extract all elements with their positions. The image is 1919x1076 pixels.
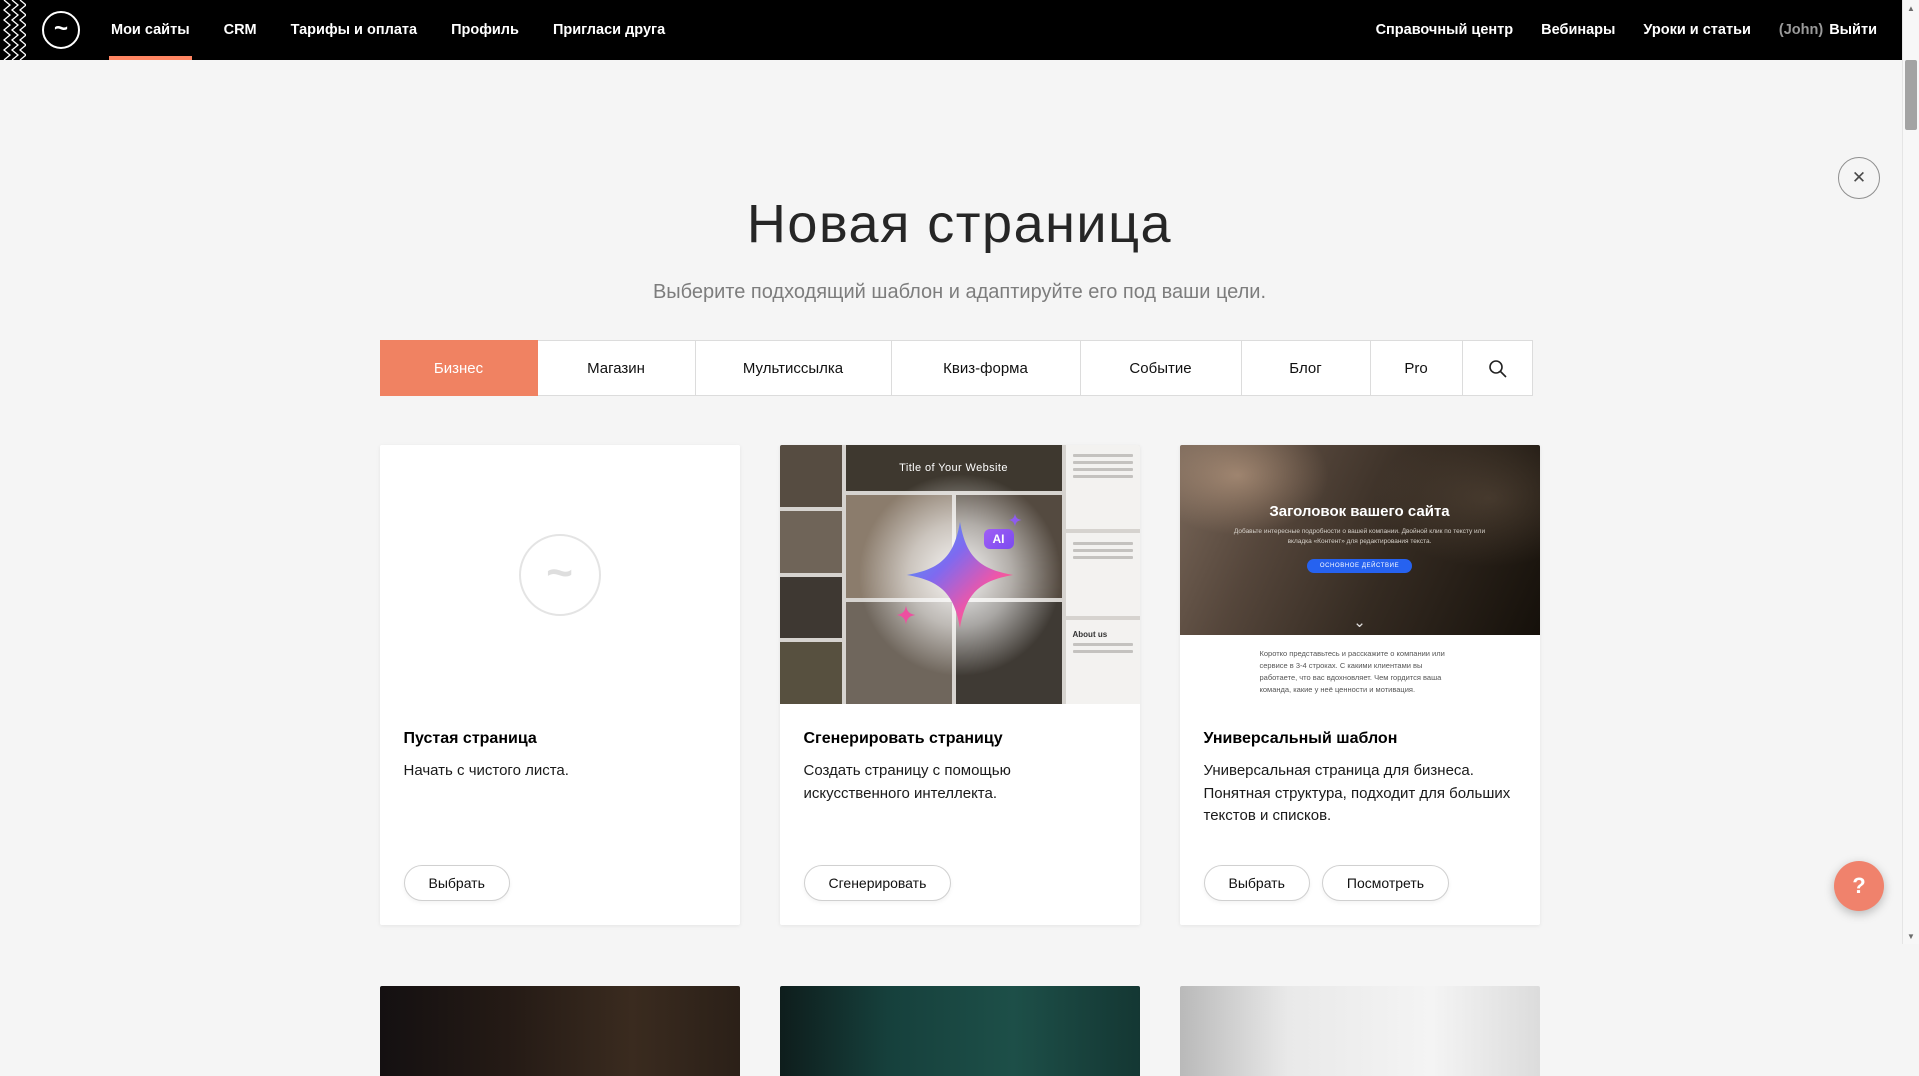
template-category-tabs: Бизнес Магазин Мультиссылка Квиз-форма С…: [380, 340, 1540, 396]
template-card-blank: ~ Пустая страница Начать с чистого листа…: [380, 445, 740, 925]
tab-store[interactable]: Магазин: [537, 340, 696, 396]
scrollbar-down-arrow[interactable]: ▼: [1903, 928, 1919, 944]
small-sparkle-purple-icon: [1008, 513, 1022, 527]
tab-event[interactable]: Событие: [1080, 340, 1242, 396]
template-card-partial[interactable]: [780, 986, 1140, 1076]
nav-label: Мои сайты: [111, 22, 190, 38]
generate-button[interactable]: Сгенерировать: [804, 865, 952, 901]
tab-label: Магазин: [587, 360, 645, 377]
user-logout[interactable]: (John) Выйти: [1765, 0, 1891, 60]
nav-label: CRM: [224, 22, 257, 38]
select-button[interactable]: Выбрать: [1204, 865, 1310, 901]
template-card-partial[interactable]: [1180, 986, 1540, 1076]
tab-quiz-form[interactable]: Квиз-форма: [891, 340, 1081, 396]
preview-heading: Заголовок вашего сайта: [1180, 445, 1540, 520]
card-actions: Выбрать Посмотреть: [1204, 865, 1450, 901]
tilda-watermark-icon: ~: [519, 534, 601, 616]
page-title: Новая страница: [0, 197, 1919, 251]
nav-item-crm[interactable]: CRM: [207, 0, 274, 60]
tab-label: Бизнес: [434, 360, 483, 377]
collage-about-label: About us: [1073, 630, 1133, 639]
help-icon: ?: [1852, 873, 1865, 898]
tab-label: Событие: [1129, 360, 1191, 377]
tab-blog[interactable]: Блог: [1241, 340, 1371, 396]
scrollbar-thumb[interactable]: [1905, 60, 1917, 130]
tilda-logo[interactable]: ~: [42, 11, 80, 49]
template-card-universal: Заголовок вашего сайта Добавьте интересн…: [1180, 445, 1540, 925]
card-body: Универсальный шаблон Универсальная стран…: [1180, 704, 1540, 828]
tab-label: Pro: [1404, 360, 1427, 377]
tilda-logo-glyph: ~: [54, 15, 68, 43]
nav-label: Профиль: [451, 22, 519, 38]
template-cards-grid: ~ Пустая страница Начать с чистого листа…: [380, 445, 1540, 925]
nav-item-invite-friend[interactable]: Пригласи друга: [536, 0, 682, 60]
collage-right-column: About us: [1066, 445, 1140, 704]
chevron-down-icon: ⌄: [1180, 615, 1540, 630]
nav-label: Тарифы и оплата: [291, 22, 417, 38]
card-description: Создать страницу с помощью искусственног…: [804, 760, 1116, 805]
logout-label: Выйти: [1829, 22, 1877, 38]
page-subtitle: Выберите подходящий шаблон и адаптируйте…: [0, 281, 1919, 304]
card-title: Пустая страница: [404, 730, 716, 748]
nav-item-my-sites[interactable]: Мои сайты: [94, 0, 207, 60]
help-button[interactable]: ?: [1834, 861, 1884, 911]
card-title: Универсальный шаблон: [1204, 730, 1516, 748]
card-description: Начать с чистого листа.: [404, 760, 716, 783]
blank-template-preview[interactable]: ~: [380, 445, 740, 704]
small-sparkle-pink-icon: [896, 605, 916, 625]
tab-label: Блог: [1289, 360, 1321, 377]
preview-cta-button: основное действие: [1307, 559, 1412, 573]
card-body: Пустая страница Начать с чистого листа.: [380, 704, 740, 783]
card-body: Сгенерировать страницу Создать страницу …: [780, 704, 1140, 805]
tab-business[interactable]: Бизнес: [380, 340, 538, 396]
vertical-scrollbar[interactable]: ▲ ▼: [1902, 0, 1919, 944]
tab-label: Квиз-форма: [943, 360, 1028, 377]
nav-item-pricing[interactable]: Тарифы и оплата: [274, 0, 434, 60]
tab-pro[interactable]: Pro: [1370, 340, 1463, 396]
nav-label: Вебинары: [1541, 22, 1615, 38]
card-actions: Сгенерировать: [804, 865, 952, 901]
zigzag-pattern-decoration: [0, 0, 26, 60]
search-icon: [1488, 359, 1507, 378]
tilda-watermark-glyph: ~: [546, 545, 573, 599]
nav-item-help-center[interactable]: Справочный центр: [1362, 0, 1528, 60]
nav-item-lessons[interactable]: Уроки и статьи: [1629, 0, 1764, 60]
tab-label: Мультиссылка: [743, 360, 843, 377]
nav-label: Справочный центр: [1376, 22, 1514, 38]
nav-item-profile[interactable]: Профиль: [434, 0, 536, 60]
card-description: Универсальная страница для бизнеса. Поня…: [1204, 760, 1516, 828]
template-card-ai-generate: Title of Your Website About us: [780, 445, 1140, 925]
select-button[interactable]: Выбрать: [404, 865, 510, 901]
scrollbar-up-arrow[interactable]: ▲: [1903, 0, 1919, 16]
tab-search[interactable]: [1462, 340, 1533, 396]
tab-multilink[interactable]: Мультиссылка: [695, 340, 892, 396]
ai-template-preview[interactable]: Title of Your Website About us: [780, 445, 1140, 704]
nav-label: Уроки и статьи: [1643, 22, 1750, 38]
collage-left-column: [780, 445, 842, 704]
close-button[interactable]: ✕: [1838, 157, 1880, 199]
preview-body-text: Коротко представьтесь и расскажите о ком…: [1180, 635, 1540, 704]
card-actions: Выбрать: [404, 865, 510, 901]
main-nav: Мои сайты CRM Тарифы и оплата Профиль Пр…: [94, 0, 682, 60]
new-page-modal: ✕ Новая страница Выберите подходящий шаб…: [0, 60, 1919, 944]
next-row-partial: [380, 986, 1540, 1076]
universal-template-preview[interactable]: Заголовок вашего сайта Добавьте интересн…: [1180, 445, 1540, 704]
view-button[interactable]: Посмотреть: [1322, 865, 1449, 901]
card-title: Сгенерировать страницу: [804, 730, 1116, 748]
nav-item-webinars[interactable]: Вебинары: [1527, 0, 1629, 60]
nav-label: Пригласи друга: [553, 22, 665, 38]
ai-badge: AI: [984, 529, 1014, 549]
secondary-nav: Справочный центр Вебинары Уроки и статьи…: [1362, 0, 1891, 60]
user-name: (John): [1779, 22, 1823, 38]
preview-subtext: Добавьте интересные подробности о вашей …: [1230, 527, 1489, 548]
top-navbar: ~ Мои сайты CRM Тарифы и оплата Профиль …: [0, 0, 1919, 60]
close-icon: ✕: [1852, 168, 1866, 188]
template-card-partial[interactable]: [380, 986, 740, 1076]
preview-hero-section: Заголовок вашего сайта Добавьте интересн…: [1180, 445, 1540, 635]
